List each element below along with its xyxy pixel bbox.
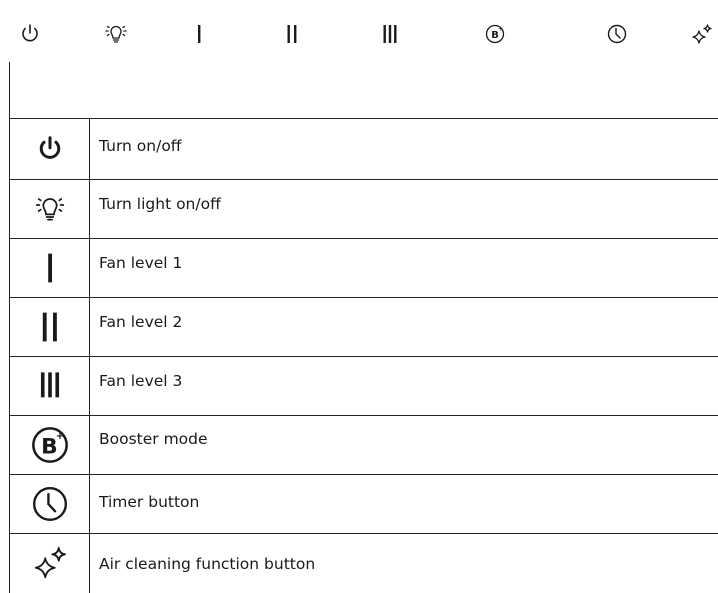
table-row: Fan level 2 [9,297,718,356]
control-panel-icon-strip: B + [0,0,718,62]
table-row: Fan level 1 [9,238,718,297]
row-label: Fan level 3 [99,372,183,390]
timer-icon[interactable] [605,22,629,46]
row-label: Turn light on/off [99,195,221,213]
light-bulb-icon [9,179,90,238]
svg-text:+: + [55,431,63,442]
light-bulb-icon[interactable] [104,22,128,46]
row-label: Air cleaning function button [99,555,316,573]
row-label: Booster mode [99,430,208,448]
table-row: Air cleaning function button [9,533,718,593]
booster-icon: B + [9,415,90,474]
fan-level-3-icon[interactable] [378,22,402,46]
fan-level-2-icon[interactable] [280,22,304,46]
table-row: Turn light on/off [9,179,718,238]
table-row: B + Booster mode [9,415,718,474]
legend-table: Turn on/off Turn light on/off Fan level … [9,62,718,593]
row-label: Timer button [99,493,200,511]
row-label: Fan level 1 [99,254,183,272]
svg-text:+: + [498,26,503,33]
power-icon[interactable] [18,22,42,46]
timer-icon [9,474,90,533]
fan-level-2-icon [9,297,90,356]
table-row: Fan level 3 [9,356,718,415]
sparkle-icon [9,533,90,593]
fan-level-1-icon[interactable] [187,22,211,46]
fan-level-3-icon [9,356,90,415]
power-icon [9,118,90,179]
fan-level-1-icon [9,238,90,297]
table-row: Turn on/off [9,118,718,179]
sparkle-icon[interactable] [690,22,714,46]
row-label: Turn on/off [99,137,182,155]
row-label: Fan level 2 [99,313,183,331]
booster-icon[interactable]: B + [483,22,507,46]
table-row: Timer button [9,474,718,533]
